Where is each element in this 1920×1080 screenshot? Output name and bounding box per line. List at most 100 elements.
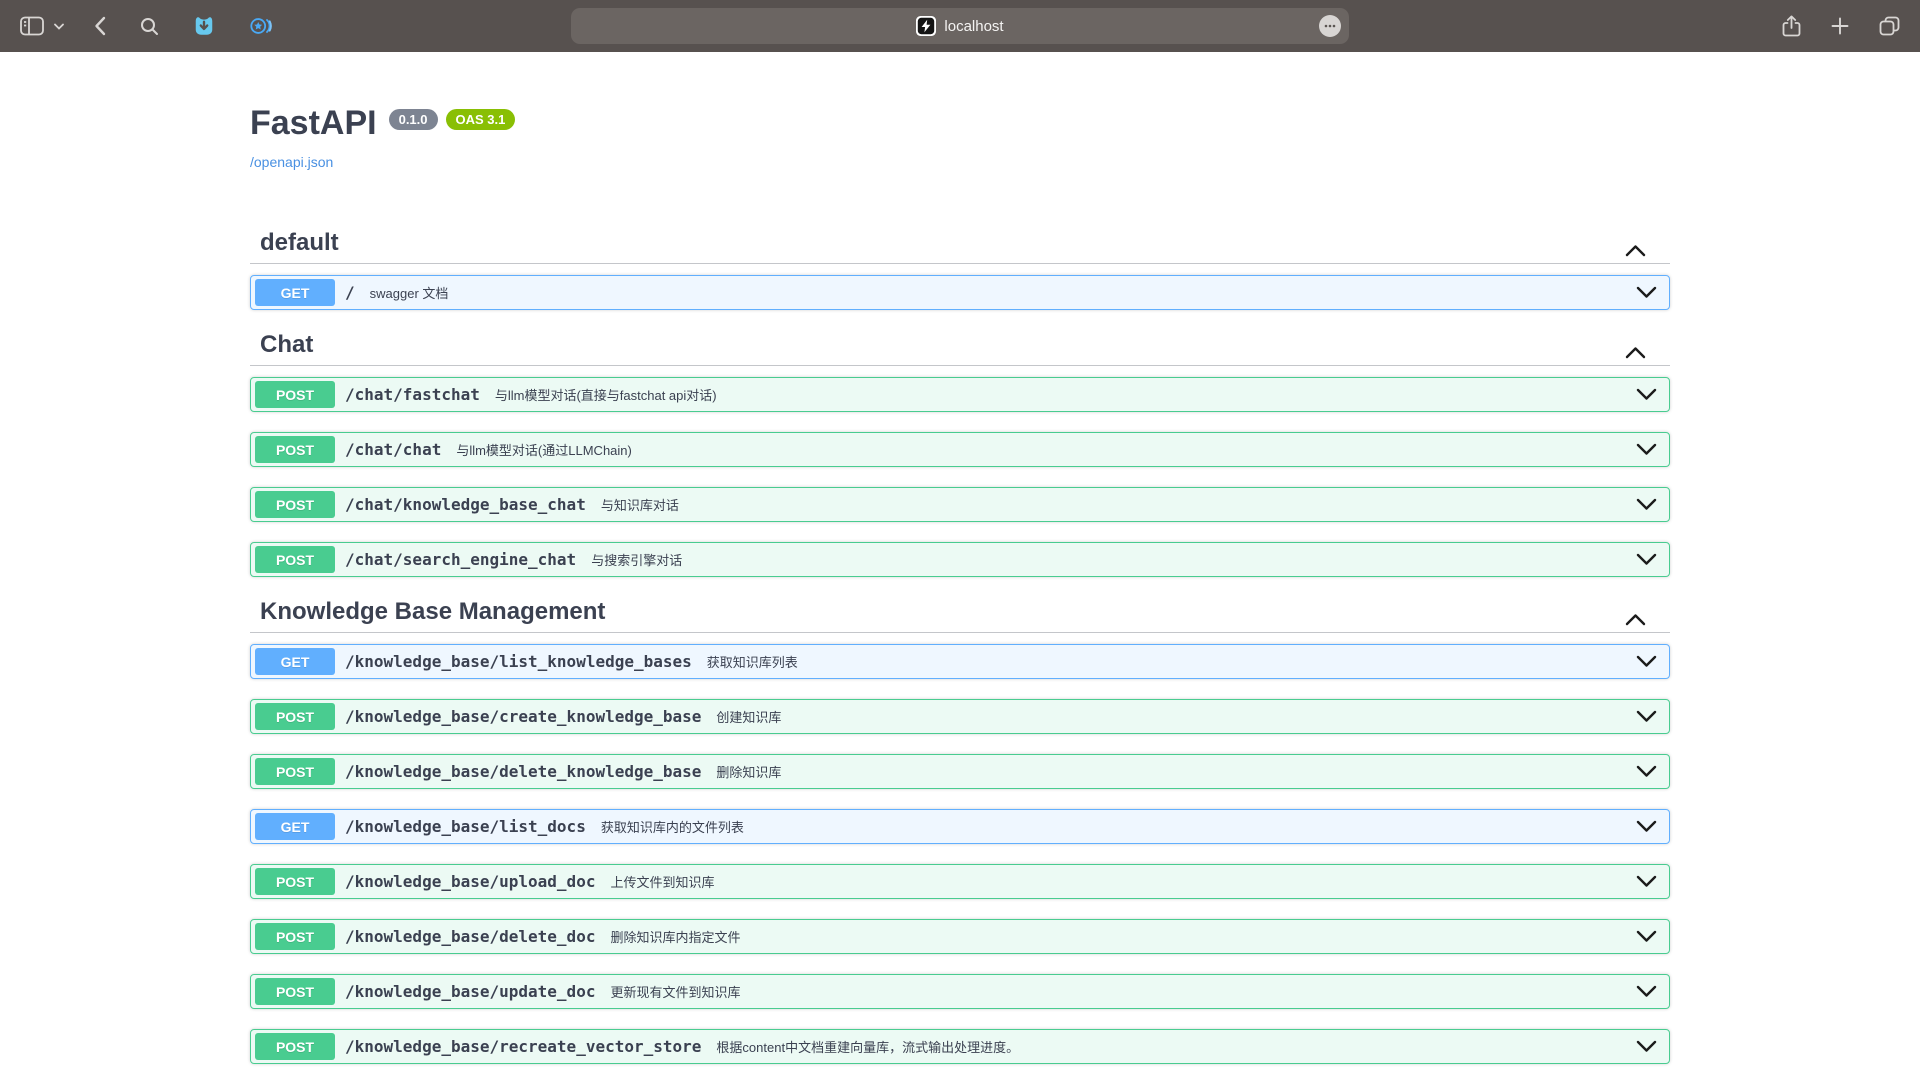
expand-row-button[interactable] [1636,765,1657,778]
endpoint-path: /knowledge_base/delete_knowledge_base [345,762,701,781]
section-title: Knowledge Base Management [260,597,605,626]
api-info: FastAPI 0.1.0 OAS 3.1 /openapi.json [250,52,1670,172]
section-header[interactable]: Chat [250,330,1670,366]
extension-rings-icon[interactable] [245,11,277,41]
endpoint-row[interactable]: POST /knowledge_base/update_doc 更新现有文件到知… [250,974,1670,1009]
method-badge: POST [255,436,335,463]
endpoint-row[interactable]: POST /chat/knowledge_base_chat 与知识库对话 [250,487,1670,522]
endpoint-description: 删除知识库 [716,762,781,781]
endpoint-path: /knowledge_base/update_doc [345,982,595,1001]
endpoint-row[interactable]: POST /knowledge_base/delete_knowledge_ba… [250,754,1670,789]
endpoint-list: GET / swagger 文档 [250,264,1670,310]
page-title: FastAPI [250,102,377,144]
sidebar-chevron-down-icon[interactable] [50,19,68,34]
endpoint-description: 与llm模型对话(通过LLMChain) [456,440,632,459]
method-badge: POST [255,1033,335,1060]
expand-row-button[interactable] [1636,875,1657,888]
expand-row-button[interactable] [1636,710,1657,723]
method-badge: GET [255,813,335,840]
endpoint-row[interactable]: POST /knowledge_base/create_knowledge_ba… [250,699,1670,734]
new-tab-icon[interactable] [1827,13,1853,39]
endpoint-row[interactable]: POST /chat/fastchat 与llm模型对话(直接与fastchat… [250,377,1670,412]
tabs-overview-icon[interactable] [1875,12,1904,40]
browser-toolbar: localhost [0,0,1920,52]
endpoint-description: 根据content中文档重建向量库，流式输出处理进度。 [716,1037,1019,1056]
endpoint-description: 与知识库对话 [601,495,679,514]
url-text: localhost [944,18,1003,35]
api-section: Chat POST /chat/fastchat 与llm模型对话(直接与fas… [250,330,1670,577]
endpoint-path: /knowledge_base/recreate_vector_store [345,1037,701,1056]
endpoint-description: 获取知识库列表 [707,652,798,671]
share-icon[interactable] [1778,11,1805,41]
chevron-down-icon [1636,1040,1657,1053]
endpoint-path: /knowledge_base/create_knowledge_base [345,707,701,726]
chevron-down-icon [1636,930,1657,943]
endpoint-row[interactable]: POST /chat/search_engine_chat 与搜索引擎对话 [250,542,1670,577]
oas-badge: OAS 3.1 [446,109,516,130]
endpoint-row[interactable]: POST /chat/chat 与llm模型对话(通过LLMChain) [250,432,1670,467]
method-badge: GET [255,279,335,306]
method-badge: POST [255,868,335,895]
endpoint-description: 创建知识库 [716,707,781,726]
endpoint-row[interactable]: POST /knowledge_base/delete_doc 删除知识库内指定… [250,919,1670,954]
chevron-down-icon [1636,286,1657,299]
section-collapse-button[interactable] [1625,244,1646,257]
endpoint-list: GET /knowledge_base/list_knowledge_bases… [250,633,1670,1064]
expand-row-button[interactable] [1636,388,1657,401]
chevron-down-icon [1636,443,1657,456]
endpoint-row[interactable]: GET /knowledge_base/list_docs 获取知识库内的文件列… [250,809,1670,844]
chevron-down-icon [1636,985,1657,998]
swagger-page: FastAPI 0.1.0 OAS 3.1 /openapi.json defa… [0,52,1920,1064]
method-badge: POST [255,758,335,785]
site-favicon [916,16,936,36]
chevron-down-icon [1636,498,1657,511]
expand-row-button[interactable] [1636,498,1657,511]
expand-row-button[interactable] [1636,930,1657,943]
endpoint-path: / [345,283,355,302]
section-header[interactable]: default [250,228,1670,264]
extension-downloader-icon[interactable] [189,11,219,41]
expand-row-button[interactable] [1636,985,1657,998]
search-icon[interactable] [136,13,163,40]
section-collapse-button[interactable] [1625,346,1646,359]
endpoint-row[interactable]: POST /knowledge_base/recreate_vector_sto… [250,1029,1670,1064]
chevron-up-icon [1625,613,1646,626]
expand-row-button[interactable] [1636,443,1657,456]
expand-row-button[interactable] [1636,1040,1657,1053]
chevron-down-icon [1636,765,1657,778]
sidebar-toggle-button[interactable] [16,12,48,40]
chevron-down-icon [1636,553,1657,566]
endpoint-row[interactable]: POST /knowledge_base/upload_doc 上传文件到知识库 [250,864,1670,899]
endpoint-row[interactable]: GET / swagger 文档 [250,275,1670,310]
chevron-down-icon [1636,710,1657,723]
section-collapse-button[interactable] [1625,613,1646,626]
expand-row-button[interactable] [1636,655,1657,668]
endpoint-path: /chat/chat [345,440,441,459]
endpoint-path: /knowledge_base/list_docs [345,817,586,836]
address-bar[interactable]: localhost [571,8,1349,44]
endpoint-description: 删除知识库内指定文件 [610,927,740,946]
endpoint-list: POST /chat/fastchat 与llm模型对话(直接与fastchat… [250,366,1670,577]
endpoint-description: swagger 文档 [370,283,449,302]
section-title: Chat [260,330,313,359]
method-badge: POST [255,923,335,950]
endpoint-row[interactable]: GET /knowledge_base/list_knowledge_bases… [250,644,1670,679]
section-header[interactable]: Knowledge Base Management [250,597,1670,633]
section-title: default [260,228,339,257]
method-badge: POST [255,546,335,573]
method-badge: POST [255,381,335,408]
expand-row-button[interactable] [1636,553,1657,566]
endpoint-path: /knowledge_base/delete_doc [345,927,595,946]
endpoint-path: /knowledge_base/list_knowledge_bases [345,652,692,671]
method-badge: POST [255,703,335,730]
api-sections: default GET / swagger 文档 Chat [250,228,1670,1064]
expand-row-button[interactable] [1636,286,1657,299]
page-settings-button[interactable] [1319,15,1341,37]
openapi-spec-link[interactable]: /openapi.json [250,154,333,170]
endpoint-description: 获取知识库内的文件列表 [601,817,744,836]
back-button[interactable] [90,12,110,40]
chevron-down-icon [1636,820,1657,833]
endpoint-path: /chat/search_engine_chat [345,550,576,569]
expand-row-button[interactable] [1636,820,1657,833]
method-badge: GET [255,648,335,675]
